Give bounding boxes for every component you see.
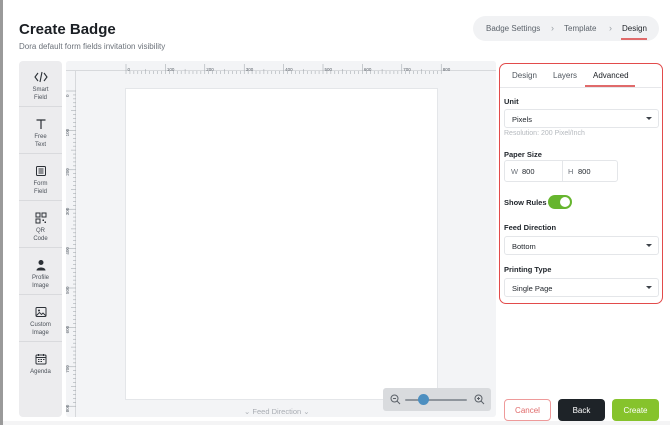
form-icon	[35, 163, 47, 178]
width-input[interactable]: 800	[522, 167, 535, 176]
image-icon	[35, 304, 47, 319]
feed-direction-value: Bottom	[512, 242, 536, 251]
panel-tabs: Design Layers Advanced	[500, 64, 661, 88]
step-badge-settings[interactable]: Badge Settings	[486, 24, 540, 33]
feed-direction-select[interactable]: Bottom	[504, 236, 659, 255]
tool-label: Free Text	[34, 134, 47, 148]
show-rules-toggle[interactable]	[548, 195, 572, 209]
resolution-hint: Resolution: 200 Pixel/Inch	[504, 130, 585, 137]
code-icon	[33, 69, 48, 84]
tool-profile-image[interactable]: Profile Image	[19, 249, 62, 295]
caret-down-icon	[646, 286, 652, 289]
text-icon	[35, 116, 47, 131]
active-tab-indicator	[585, 85, 635, 87]
chevron-down-icon: ⌄	[244, 407, 251, 416]
feed-direction-label: Feed Direction	[504, 223, 557, 232]
zoom-in-icon[interactable]	[474, 394, 485, 405]
paper-size-inputs: W 800 H 800	[504, 160, 618, 182]
tab-advanced[interactable]: Advanced	[593, 71, 629, 80]
ruler-label: 800	[66, 404, 70, 412]
tab-design[interactable]: Design	[512, 71, 537, 80]
chevron-down-icon: ⌄	[303, 407, 310, 416]
ruler-label: 700	[66, 365, 70, 373]
chevron-right-icon: ›	[551, 23, 554, 33]
toggle-knob	[560, 197, 570, 207]
ruler-vertical-ticks: 0 100 200 300 400 500 600 700 800	[66, 90, 76, 412]
element-toolbox: Smart Field Free Text Form Field QR Code…	[19, 61, 62, 417]
zoom-control	[383, 388, 491, 411]
page-title: Create Badge	[19, 21, 116, 38]
tool-form-field[interactable]: Form Field	[19, 155, 62, 201]
feed-direction-text: Feed Direction	[252, 407, 302, 416]
printing-type-select[interactable]: Single Page	[504, 278, 659, 297]
person-icon	[35, 257, 47, 272]
ruler-label: 600	[364, 67, 372, 72]
width-key: W	[511, 167, 519, 176]
printing-type-value: Single Page	[512, 284, 553, 293]
feed-direction-indicator: ⌄ Feed Direction ⌄	[244, 407, 310, 416]
height-key: H	[568, 167, 574, 176]
create-button[interactable]: Create	[612, 399, 659, 421]
size-divider	[562, 161, 563, 181]
paper-size-label: Paper Size	[504, 150, 542, 159]
tool-free-text[interactable]: Free Text	[19, 108, 62, 154]
tool-label: Custom Image	[30, 322, 51, 336]
ruler-label: 400	[66, 247, 70, 255]
ruler-label: 400	[285, 67, 293, 72]
tool-label: Form Field	[33, 181, 48, 195]
zoom-slider-thumb[interactable]	[418, 394, 430, 405]
ruler-horizontal: 0 100 200 300 400 500 600 700 800	[66, 61, 496, 74]
unit-select[interactable]: Pixels	[504, 109, 659, 128]
ruler-label: 700	[403, 67, 411, 72]
caret-down-icon	[646, 244, 652, 247]
tool-label: Agenda	[30, 369, 51, 375]
ruler-label: 0	[66, 94, 70, 97]
window-left-edge	[0, 0, 3, 425]
qr-icon	[35, 210, 47, 225]
calendar-icon	[35, 351, 47, 366]
tool-agenda[interactable]: Agenda	[19, 343, 62, 389]
design-canvas[interactable]: 0 100 200 300 400 500 600 700 800 0 100 200 300 400 5…	[66, 61, 496, 417]
chevron-right-icon: ›	[609, 23, 612, 33]
ruler-label: 100	[66, 128, 70, 136]
tool-label: Smart Field	[32, 87, 49, 101]
ruler-label: 300	[66, 207, 70, 215]
tool-label: QR Code	[33, 228, 48, 242]
show-rules-label: Show Rules	[504, 198, 547, 207]
unit-select-value: Pixels	[512, 115, 533, 124]
ruler-vertical: 0 100 200 300 400 500 600 700 800	[66, 71, 76, 417]
step-design[interactable]: Design	[622, 24, 647, 33]
tool-qr-code[interactable]: QR Code	[19, 202, 62, 248]
wizard-stepper: Badge Settings › Template › Design	[473, 16, 659, 41]
height-input[interactable]: 800	[578, 167, 591, 176]
ruler-label: 600	[66, 325, 70, 333]
step-template[interactable]: Template	[564, 24, 596, 33]
ruler-label: 100	[167, 67, 175, 72]
back-button[interactable]: Back	[558, 399, 605, 421]
printing-type-label: Printing Type	[504, 265, 552, 274]
ruler-label: 500	[66, 286, 70, 294]
tab-layers[interactable]: Layers	[553, 71, 577, 80]
page-subtitle: Dora default form fields invitation visi…	[19, 42, 166, 51]
settings-panel: Design Layers Advanced Unit Pixels Resol…	[499, 63, 663, 304]
ruler-horizontal-ticks: 0 100 200 300 400 500 600 700 800	[125, 64, 451, 74]
ruler-label: 500	[325, 67, 333, 72]
ruler-label: 300	[246, 67, 254, 72]
badge-paper[interactable]	[125, 88, 438, 400]
ruler-label: 200	[66, 168, 70, 176]
cancel-button[interactable]: Cancel	[504, 399, 551, 421]
active-step-indicator	[621, 38, 647, 40]
ruler-label: 200	[206, 67, 214, 72]
zoom-slider-track[interactable]	[405, 399, 467, 401]
tool-custom-image[interactable]: Custom Image	[19, 296, 62, 342]
tool-label: Profile Image	[31, 275, 49, 289]
tool-smart-field[interactable]: Smart Field	[19, 61, 62, 107]
window-bottom-edge	[3, 421, 670, 425]
zoom-out-icon[interactable]	[390, 394, 401, 405]
unit-label: Unit	[504, 97, 519, 106]
ruler-label: 800	[443, 67, 451, 72]
caret-down-icon	[646, 117, 652, 120]
